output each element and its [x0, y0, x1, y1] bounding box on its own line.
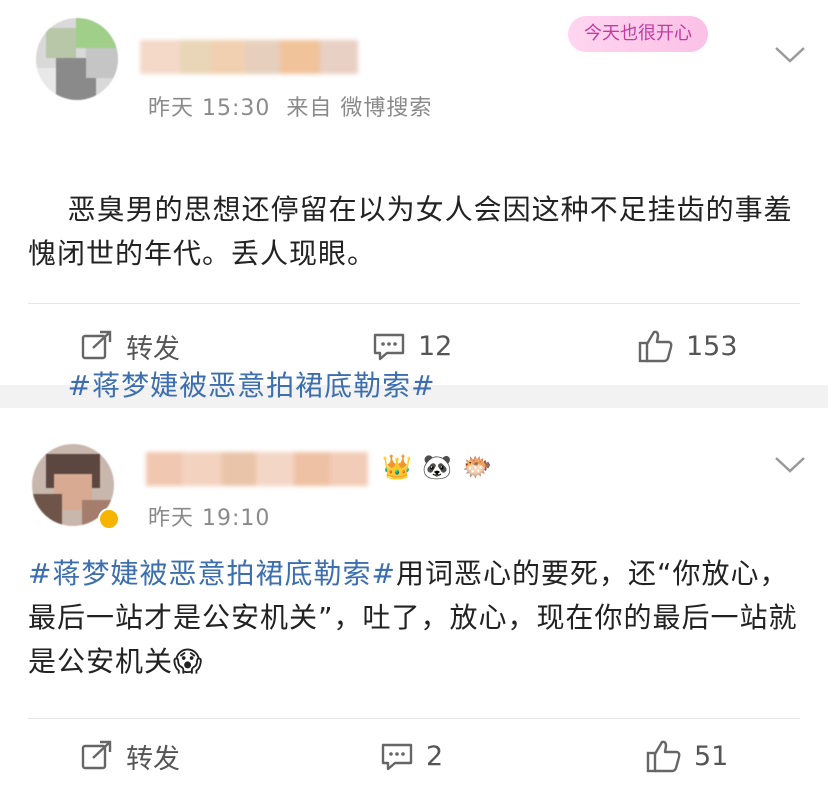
- comment-button[interactable]: 12: [372, 316, 452, 376]
- like-count: 51: [694, 740, 729, 772]
- post-time: 昨天 19:10: [148, 500, 270, 532]
- action-bar: 转发 2 51: [0, 726, 828, 786]
- panda-icon: 🐼: [422, 453, 452, 481]
- face-scream-emoji: 😱: [173, 645, 204, 678]
- comment-count: 2: [426, 740, 444, 772]
- fish-icon: 🐡: [462, 453, 492, 481]
- action-bar: 转发 12 153: [0, 316, 828, 376]
- hashtag-link[interactable]: #蒋梦婕被恶意拍裙底勒索#: [28, 557, 396, 590]
- avatar[interactable]: [36, 18, 118, 100]
- repost-label: 转发: [126, 333, 180, 365]
- post-text: 恶臭男的思想还停留在以为女人会因这种不足挂齿的事羞愧闭世的年代。丢人现眼。: [28, 193, 793, 270]
- comment-count: 12: [418, 330, 453, 362]
- share-icon: [81, 330, 112, 360]
- comment-button[interactable]: 2: [380, 726, 443, 786]
- divider: [28, 303, 800, 304]
- repost-button[interactable]: 转发: [80, 316, 180, 376]
- username-blurred[interactable]: [146, 452, 368, 486]
- chevron-down-icon[interactable]: [772, 44, 808, 66]
- chevron-down-icon[interactable]: [772, 454, 808, 476]
- weibo-comment-card-2: 👑 🐼 🐡 昨天 19:10 #蒋梦婕被恶意拍裙底勒索#用词恶心的要死，还“你放…: [0, 408, 828, 800]
- comment-icon: [373, 333, 405, 361]
- thumbs-up-icon: [646, 740, 681, 773]
- badge-text: 今天也很开心: [584, 23, 692, 44]
- thumbs-up-icon: [638, 330, 673, 363]
- timestamp: 昨天 15:30: [148, 96, 271, 121]
- divider: [28, 718, 800, 719]
- comment-icon: [381, 743, 413, 771]
- like-count: 153: [686, 330, 738, 362]
- crown-badge-icon: 👑: [382, 453, 412, 481]
- post-content: 恶臭男的思想还停留在以为女人会因这种不足挂齿的事羞愧闭世的年代。丢人现眼。 #蒋…: [28, 144, 800, 452]
- post-time: 昨天 15:30 来自 微博搜索: [148, 90, 432, 122]
- like-button[interactable]: 153: [638, 316, 738, 376]
- weibo-comment-card-1: 昨天 15:30 来自 微博搜索 今天也很开心 恶臭男的思想还停留在以为女人会因…: [0, 0, 828, 402]
- share-icon: [81, 740, 112, 770]
- timestamp: 昨天 19:10: [148, 506, 271, 531]
- post-source: 来自 微博搜索: [286, 96, 433, 121]
- repost-button[interactable]: 转发: [80, 726, 180, 786]
- username-blurred[interactable]: [140, 40, 358, 74]
- like-button[interactable]: 51: [646, 726, 728, 786]
- decorative-badge: 今天也很开心: [566, 14, 710, 54]
- post-content: #蒋梦婕被恶意拍裙底勒索#用词恶心的要死，还“你放心，最后一站才是公安机关”，吐…: [28, 552, 800, 684]
- repost-label: 转发: [126, 743, 180, 775]
- verified-badge-icon: [98, 508, 120, 530]
